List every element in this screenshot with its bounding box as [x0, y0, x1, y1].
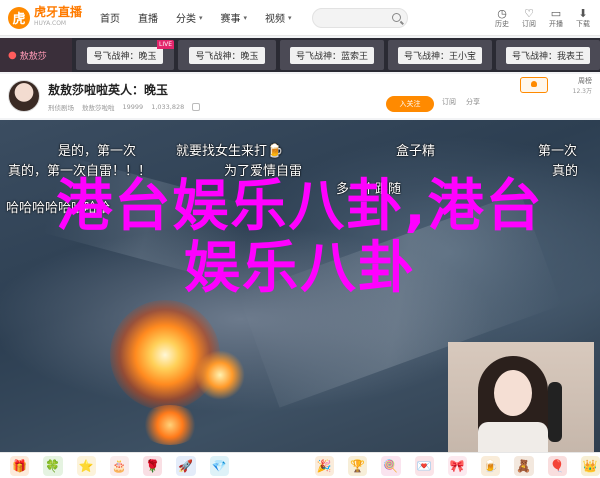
rank-label: 周榜 [578, 77, 592, 85]
room-title: 敖敖莎啦啦英人：晚玉 [48, 82, 169, 97]
subscribe-icon[interactable]: ♡ 订阅 [522, 8, 536, 29]
gift-icon[interactable]: 🎈 [547, 455, 567, 476]
gift-icon[interactable]: 🎁 [10, 455, 30, 476]
chevron-down-icon: ▾ [288, 13, 292, 22]
room-meta-item: 19999 [122, 102, 144, 111]
overlay-line: 娱乐八卦 [184, 236, 416, 301]
chevron-down-icon: ▾ [243, 13, 248, 22]
search-icon[interactable] [391, 13, 401, 22]
live-badge: LIVE [156, 40, 174, 49]
room-thumbnail[interactable]: 号飞战神：王小宝 [388, 40, 492, 70]
nav-item[interactable]: 分类 ▾ [176, 10, 203, 26]
top-icon-label: 开播 [549, 20, 563, 28]
video-explosion [140, 405, 200, 445]
room-list: 号飞战神：晚玉 LIVE 号飞战神：晚玉 号飞战神：蓝索王 号飞战神：王小宝 号飞战神：我… [72, 40, 600, 70]
room-thumbnail-label: 号飞战神：王小宝 [397, 46, 482, 64]
logo-subtext: HUYA.COM [34, 19, 67, 27]
room-info-bar: 敖敖莎啦啦英人：晚玉 刑侦剧场 敖敖莎啦啦 19999 1,033,828 [0, 74, 600, 118]
top-icon-label: 下载 [576, 20, 590, 28]
gift-icon[interactable]: 🧸 [514, 455, 534, 476]
danmu-comment: 第一次 [538, 144, 578, 159]
rank-value: 12.3万 [572, 88, 592, 95]
chevron-down-icon: ▾ [199, 13, 203, 22]
gift-icon[interactable]: 🍺 [481, 455, 501, 476]
download-icon[interactable]: ⬇ 下载 [576, 8, 590, 29]
nav-item-label: 分类 [176, 14, 197, 25]
danmu-comment: 就要找女生来打🍺 [176, 144, 284, 159]
logo-text: 虎牙直播 [34, 4, 83, 19]
history-icon: ◷ [497, 7, 507, 20]
current-room-label: 敖敖莎 [19, 51, 47, 62]
top-icon-label: 历史 [495, 20, 509, 28]
broadcast-icon[interactable]: ▭ 开播 [549, 8, 563, 29]
top-icon-group: ◷ 历史 ♡ 订阅 ▭ 开播 ⬇ 下载 [495, 8, 590, 29]
room-meta-item: 敖敖莎啦啦 [82, 103, 115, 112]
room-thumbnail-label: 号飞战神：蓝索王 [289, 46, 374, 64]
share-icon[interactable] [192, 102, 201, 111]
gift-bar: 🎁 🍀 ⭐ 🎂 🌹 🚀 💎 🎉 🏆 🍭 💌 🎀 🍺 🧸 🎈 👑 [0, 452, 600, 478]
broadcast-icon: ▭ [550, 7, 562, 20]
nav-item[interactable]: 赛事 ▾ [220, 10, 248, 26]
nav-item-label: 直播 [138, 14, 159, 25]
gift-icon[interactable]: 🎂 [109, 455, 129, 476]
gift-icon[interactable]: 🚀 [176, 455, 196, 476]
subscribe-icon: ♡ [524, 7, 534, 20]
follow-button[interactable]: 入关注 [386, 96, 434, 112]
danmu-comment: 盒子精 [396, 144, 436, 159]
follow-label: 入关注 [399, 100, 421, 108]
streamer-camera-feed [448, 342, 594, 452]
room-thumbnail[interactable]: 号飞战神：晚玉 [178, 40, 276, 70]
current-room-tab[interactable]: ● 敖敖莎 [0, 38, 72, 72]
room-thumbnail[interactable]: 号飞战神：晚玉 LIVE [76, 40, 174, 70]
notification-bell-icon[interactable] [520, 77, 548, 93]
gift-icon[interactable]: 🎉 [314, 455, 334, 476]
room-action[interactable]: 分享 [466, 97, 480, 107]
room-action[interactable]: 订阅 [442, 97, 456, 107]
streamer-avatar[interactable] [8, 80, 40, 112]
room-thumbnail-label: 号飞战神：我表王 [505, 46, 590, 64]
nav-item-label: 赛事 [220, 14, 241, 25]
top-navigation: 虎 虎牙直播 HUYA.COM 首页 直播 分类 ▾ 赛事 ▾ 视频 ▾ ◷ 历史 ♡ 订阅 ▭ 开播 ⬇… [0, 0, 600, 36]
room-thumbnail-label: 号飞战神：晚玉 [189, 46, 265, 64]
gift-icon[interactable]: 🎀 [447, 455, 467, 476]
rank-badge[interactable]: 周榜 12.3万 [556, 76, 592, 95]
gift-icon[interactable]: 💌 [414, 455, 434, 476]
logo-icon: 虎 [8, 6, 30, 29]
nav-item-label: 首页 [100, 14, 121, 25]
room-meta-item: 刑侦剧场 [48, 103, 74, 112]
nav-item[interactable]: 直播 [138, 10, 158, 25]
gift-icon[interactable]: ⭐ [76, 455, 96, 476]
overlay-line: 港台娱乐八卦,港台 [56, 174, 544, 239]
room-thumbnail[interactable]: 号飞战神：蓝索王 [280, 40, 384, 70]
nav-item[interactable]: 首页 [100, 10, 120, 25]
download-icon: ⬇ [578, 7, 588, 20]
gift-icon[interactable]: 💎 [209, 455, 229, 476]
room-meta: 刑侦剧场 敖敖莎啦啦 19999 1,033,828 [48, 102, 201, 112]
top-icon-label: 订阅 [522, 20, 536, 28]
room-thumbnail[interactable]: 号飞战神：我表王 [496, 40, 600, 70]
gift-icon[interactable]: 🍀 [43, 455, 63, 476]
video-explosion [195, 350, 245, 400]
microphone-icon [548, 382, 562, 442]
gift-icon[interactable]: 👑 [580, 455, 600, 476]
gift-icon[interactable]: 🍭 [381, 455, 401, 476]
search-input[interactable] [311, 7, 408, 28]
main-nav: 首页 直播 分类 ▾ 赛事 ▾ 视频 ▾ [82, 10, 292, 26]
nav-item-label: 视频 [265, 14, 286, 25]
room-meta-item: 1,033,828 [151, 102, 185, 111]
nav-item[interactable]: 视频 ▾ [265, 10, 292, 26]
overlay-headline: 港台娱乐八卦,港台 娱乐八卦 [0, 176, 600, 300]
gift-icon[interactable]: 🏆 [348, 455, 368, 476]
history-icon[interactable]: ◷ 历史 [495, 8, 509, 29]
live-dot-icon: ● [8, 49, 17, 61]
streamer-figure [478, 356, 548, 452]
room-thumbnail-label: 号飞战神：晚玉 [87, 46, 163, 64]
site-logo[interactable]: 虎 虎牙直播 HUYA.COM [8, 6, 82, 30]
room-actions: 订阅 分享 [442, 97, 480, 107]
danmu-comment: 是的，第一次 [58, 144, 137, 159]
related-rooms-strip: ● 敖敖莎 号飞战神：晚玉 LIVE 号飞战神：晚玉 号飞战神：蓝索王 号飞战神：王小宝… [0, 38, 600, 72]
gift-icon[interactable]: 🌹 [143, 455, 163, 476]
